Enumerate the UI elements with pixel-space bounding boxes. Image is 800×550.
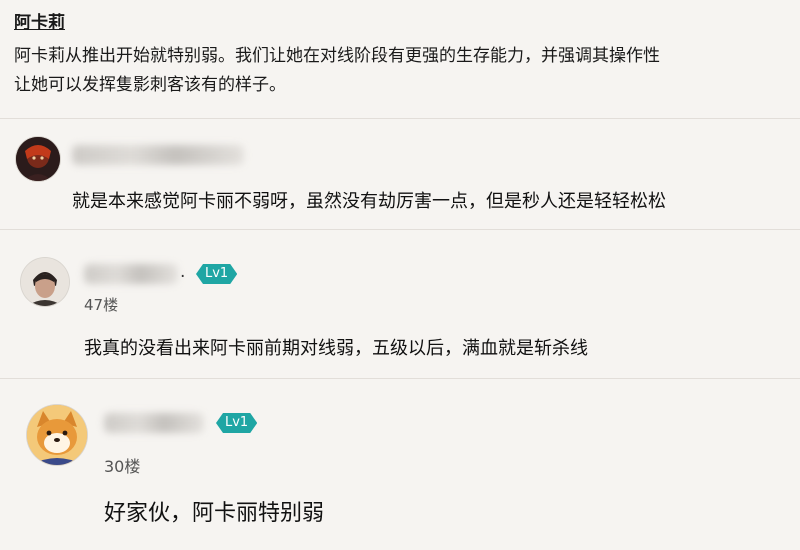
comment-text: 就是本来感觉阿卡丽不弱呀，虽然没有劫厉害一点，但是秒人还是轻轻松松 — [72, 191, 666, 212]
comment-item: 就是本来感觉阿卡丽不弱呀，虽然没有劫厉害一点，但是秒人还是轻轻松松 — [0, 119, 800, 229]
patch-note: 阿卡莉 阿卡莉从推出开始就特别弱。我们让她在对线阶段有更强的生存能力，并强调其操… — [14, 10, 794, 100]
patch-note-line-2: 让她可以发挥隻影刺客该有的样子。 — [14, 75, 286, 95]
comment-page: 阿卡莉 阿卡莉从推出开始就特别弱。我们让她在对线阶段有更强的生存能力，并强调其操… — [0, 0, 800, 550]
avatar-portrait-icon — [16, 137, 60, 181]
floor-number: 30楼 — [104, 457, 141, 476]
patch-note-title: 阿卡莉 — [14, 13, 65, 33]
patch-note-line-1: 阿卡莉从推出开始就特别弱。我们让她在对线阶段有更强的生存能力，并强调其操作性 — [14, 46, 660, 66]
level-badge: Lv1 — [196, 264, 237, 284]
username-tail: . — [180, 262, 186, 282]
user-avatar[interactable] — [27, 405, 87, 465]
comment-text: 好家伙，阿卡丽特别弱 — [104, 501, 325, 526]
avatar-portrait-icon — [21, 258, 69, 306]
level-badge: Lv1 — [216, 413, 257, 433]
comment-text: 我真的没看出来阿卡丽前期对线弱，五级以后，满血就是斩杀线 — [84, 338, 588, 359]
shiba-dog-icon — [27, 405, 87, 465]
username-blurred[interactable] — [84, 264, 178, 284]
comment-item: Lv1 30楼 好家伙，阿卡丽特别弱 — [0, 379, 800, 550]
user-avatar[interactable] — [21, 258, 69, 306]
comment-item: . Lv1 47楼 我真的没看出来阿卡丽前期对线弱，五级以后，满血就是斩杀线 — [0, 230, 800, 378]
floor-number: 47楼 — [84, 296, 119, 314]
patch-note-body: 阿卡莉从推出开始就特别弱。我们让她在对线阶段有更强的生存能力，并强调其操作性 让… — [14, 42, 794, 100]
user-avatar[interactable] — [16, 137, 60, 181]
username-blurred[interactable] — [72, 145, 244, 165]
username-blurred[interactable] — [104, 413, 204, 433]
